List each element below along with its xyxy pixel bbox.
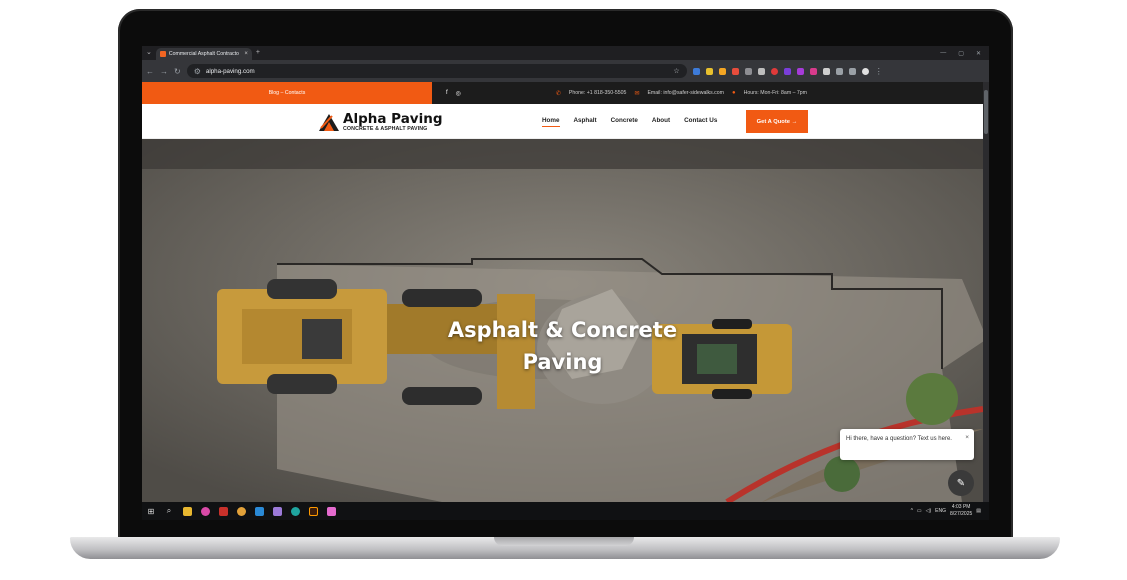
bookmark-star-icon[interactable]: ☆ [673, 67, 679, 75]
extensions-bar: ⋮ [692, 67, 883, 76]
instagram-icon[interactable]: ◎ [456, 90, 461, 97]
browser-tab[interactable]: Commercial Asphalt Contracto × [155, 48, 252, 60]
forward-icon[interactable]: → [160, 67, 168, 76]
window-controls: — ▢ ✕ [940, 50, 989, 57]
hero-title-line1: Asphalt & Concrete [447, 318, 678, 342]
new-tab-button[interactable]: + [252, 46, 264, 60]
nav-contact-us[interactable]: Contact Us [684, 117, 717, 127]
web-page: Blog – Contacts f ◎ ✆ Phone: +1 818-350-… [142, 82, 983, 502]
language-indicator[interactable]: ENG [935, 508, 946, 514]
filezilla-icon[interactable] [214, 502, 232, 520]
file-explorer-icon[interactable] [178, 502, 196, 520]
browser-menu-icon[interactable]: ⋮ [875, 67, 883, 76]
phone-icon: ✆ [555, 90, 561, 97]
facebook-icon[interactable]: f [446, 90, 448, 97]
extensions-puzzle-icon[interactable] [822, 67, 830, 75]
maximize-icon[interactable]: ▢ [958, 50, 964, 57]
laptop-mockup: ⌄ Commercial Asphalt Contracto × + — ▢ ✕… [0, 0, 1127, 580]
hero-section: Asphalt & Concrete Paving Hi there, have… [142, 139, 983, 502]
back-icon[interactable]: ← [146, 67, 154, 76]
vscode-icon[interactable] [250, 502, 268, 520]
chrome-icon[interactable] [232, 502, 250, 520]
tab-title: Commercial Asphalt Contracto [168, 51, 239, 57]
bookmarks-icon[interactable] [835, 67, 843, 75]
scrollbar-thumb[interactable] [984, 90, 988, 134]
laptop-notch [494, 537, 634, 546]
illustrator-icon[interactable] [304, 502, 322, 520]
app-icon[interactable] [268, 502, 286, 520]
topbar-links: Blog – Contacts [142, 82, 432, 104]
browser-toolbar: ← → ↻ ⚙ alpha-paving.com ☆ ⋮ [142, 60, 989, 82]
social-links: f ◎ [446, 90, 461, 97]
site-info-icon[interactable]: ⚙ [194, 67, 201, 76]
history-icon[interactable] [848, 67, 856, 75]
close-window-icon[interactable]: ✕ [976, 50, 981, 57]
profile-avatar-icon[interactable] [861, 67, 869, 75]
system-tray: ^ ▭ ◁) ENG 4:03 PM 8/27/2025 ▤ [911, 504, 989, 518]
extension-icon[interactable] [692, 67, 700, 75]
reload-icon[interactable]: ↻ [174, 67, 181, 76]
extension-icon[interactable] [705, 67, 713, 75]
chat-prompt-bubble[interactable]: Hi there, have a question? Text us here.… [840, 429, 974, 460]
chat-open-button[interactable]: ✎ [948, 470, 974, 496]
extension-icon[interactable] [718, 67, 726, 75]
minimize-icon[interactable]: — [940, 50, 946, 57]
search-icon[interactable]: ⌕ [160, 502, 178, 520]
extension-icon[interactable] [796, 67, 804, 75]
hero-title: Asphalt & Concrete Paving [142, 314, 983, 378]
screen: ⌄ Commercial Asphalt Contracto × + — ▢ ✕… [142, 46, 989, 520]
topbar-links-text[interactable]: Blog – Contacts [269, 90, 306, 96]
extension-icon[interactable] [757, 67, 765, 75]
url-text: alpha-paving.com [205, 67, 255, 75]
contact-info: ✆ Phone: +1 818-350-5505 ✉ Email: info@s… [556, 90, 807, 97]
clock-time: 4:03 PM [951, 504, 971, 510]
browser-tab-bar: ⌄ Commercial Asphalt Contracto × + — ▢ ✕ [142, 46, 989, 60]
nav-asphalt[interactable]: Asphalt [574, 117, 597, 127]
nav-about[interactable]: About [652, 117, 670, 127]
edge-icon[interactable] [286, 502, 304, 520]
main-nav: Home Asphalt Concrete About Contact Us [542, 117, 717, 127]
page-scrollbar[interactable] [983, 82, 989, 502]
start-button[interactable]: ⊞ [142, 502, 160, 520]
address-bar[interactable]: ⚙ alpha-paving.com ☆ [186, 64, 687, 78]
windows-taskbar: ⊞ ⌕ ^ ▭ ◁) ENG 4:03 PM 8/27/2025 ▤ [142, 502, 989, 520]
tab-close-icon[interactable]: × [244, 51, 248, 57]
chat-close-icon[interactable]: × [965, 433, 969, 443]
hero-title-line2: Paving [522, 350, 603, 374]
site-topbar: Blog – Contacts f ◎ ✆ Phone: +1 818-350-… [142, 82, 983, 104]
nav-home[interactable]: Home [542, 117, 560, 127]
notifications-icon[interactable]: ▤ [976, 508, 981, 514]
email-text[interactable]: Email: info@safer-sidewalks.com [647, 90, 723, 96]
tab-search-icon[interactable]: ⌄ [142, 46, 156, 60]
extension-icon[interactable] [744, 67, 752, 75]
app-icon[interactable] [196, 502, 214, 520]
nav-concrete[interactable]: Concrete [611, 117, 638, 127]
clock-icon: ● [731, 90, 736, 96]
extension-icon[interactable] [770, 67, 778, 75]
chat-prompt-text: Hi there, have a question? Text us here. [846, 436, 952, 442]
site-header: Alpha Paving CONCRETE & ASPHALT PAVING H… [142, 104, 983, 139]
site-logo[interactable]: Alpha Paving CONCRETE & ASPHALT PAVING [318, 111, 443, 133]
taskbar-clock[interactable]: 4:03 PM 8/27/2025 [950, 504, 972, 518]
extension-icon[interactable] [783, 67, 791, 75]
email-icon: ✉ [634, 90, 640, 97]
hours-text: Hours: Mon-Fri: 8am – 7pm [743, 90, 807, 96]
chat-icon: ✎ [956, 477, 966, 489]
get-a-quote-button[interactable]: Get A Quote → [746, 110, 808, 133]
extension-icon[interactable] [809, 67, 817, 75]
volume-icon[interactable]: ◁) [926, 508, 932, 514]
logo-mark-icon [319, 114, 339, 131]
favicon-icon [159, 51, 166, 57]
extension-icon[interactable] [731, 67, 739, 75]
logo-name: Alpha Paving [343, 110, 443, 127]
clock-date: 8/27/2025 [950, 511, 973, 517]
phone-text[interactable]: Phone: +1 818-350-5505 [569, 90, 627, 96]
app-icon[interactable] [322, 502, 340, 520]
network-icon[interactable]: ▭ [917, 508, 922, 514]
tray-chevron-icon[interactable]: ^ [911, 508, 913, 514]
